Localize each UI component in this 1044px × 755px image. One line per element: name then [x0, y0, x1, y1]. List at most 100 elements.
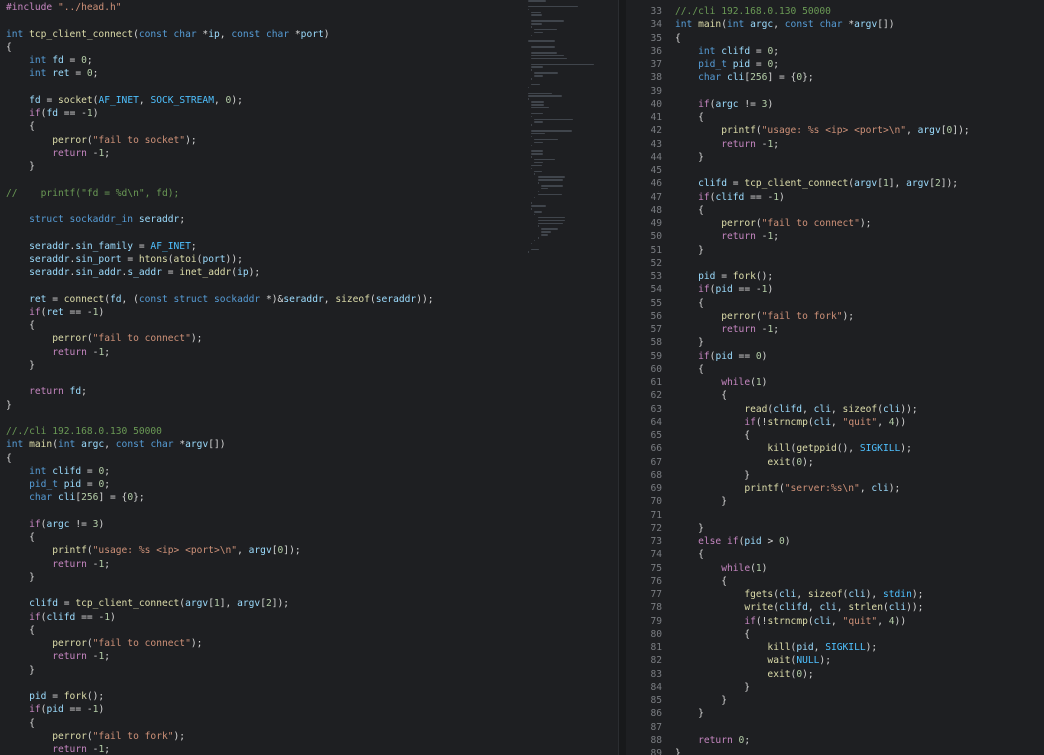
code-line[interactable]: 37 pid_t pid = 0;	[626, 58, 1044, 71]
code-line[interactable]: #include "../head.h"	[0, 1, 618, 14]
code-line[interactable]: 73 else if(pid > 0)	[626, 535, 1044, 548]
code-line[interactable]: perror("fail to connect");	[0, 332, 618, 345]
code-line[interactable]: int clifd = 0;	[0, 465, 618, 478]
code-line[interactable]: 50 return -1;	[626, 230, 1044, 243]
code-line[interactable]: 63 read(clifd, cli, sizeof(cli));	[626, 403, 1044, 416]
code-line[interactable]: seraddr.sin_family = AF_INET;	[0, 240, 618, 253]
code-line[interactable]: }	[0, 399, 618, 412]
code-line[interactable]: return -1;	[0, 346, 618, 359]
code-line[interactable]: 39	[626, 85, 1044, 98]
code-line[interactable]: 70 }	[626, 495, 1044, 508]
code-line[interactable]: perror("fail to connect");	[0, 637, 618, 650]
code-line[interactable]: 65 {	[626, 429, 1044, 442]
code-line[interactable]: int fd = 0;	[0, 54, 618, 67]
code-line[interactable]: int tcp_client_connect(const char *ip, c…	[0, 28, 618, 41]
code-line[interactable]: 46 clifd = tcp_client_connect(argv[1], a…	[626, 177, 1044, 190]
code-line[interactable]: }	[0, 664, 618, 677]
code-line[interactable]	[0, 14, 618, 27]
code-line[interactable]: 71	[626, 509, 1044, 522]
code-line[interactable]: seraddr.sin_port = htons(atoi(port));	[0, 253, 618, 266]
code-line[interactable]: 87	[626, 721, 1044, 734]
code-line[interactable]: 76 {	[626, 575, 1044, 588]
code-line[interactable]: 89}	[626, 747, 1044, 755]
code-line[interactable]: int ret = 0;	[0, 67, 618, 80]
code-line[interactable]: perror("fail to socket");	[0, 134, 618, 147]
code-line[interactable]: 75 while(1)	[626, 562, 1044, 575]
code-line[interactable]: 36 int clifd = 0;	[626, 45, 1044, 58]
code-line[interactable]: 67 exit(0);	[626, 456, 1044, 469]
code-line[interactable]: 43 return -1;	[626, 138, 1044, 151]
code-line[interactable]: 78 write(clifd, cli, strlen(cli));	[626, 601, 1044, 614]
code-line[interactable]: 53 pid = fork();	[626, 270, 1044, 283]
left-editor-pane[interactable]: #include "../head.h" int tcp_client_conn…	[0, 0, 618, 755]
code-line[interactable]: 44 }	[626, 151, 1044, 164]
code-line[interactable]: 77 fgets(cli, sizeof(cli), stdin);	[626, 588, 1044, 601]
code-line[interactable]	[0, 584, 618, 597]
code-line[interactable]: printf("usage: %s <ip> <port>\n", argv[0…	[0, 544, 618, 557]
code-line[interactable]: 81 kill(pid, SIGKILL);	[626, 641, 1044, 654]
code-line[interactable]: if(ret == -1)	[0, 306, 618, 319]
code-line[interactable]: return -1;	[0, 558, 618, 571]
right-editor-pane[interactable]: 33 //./cli 192.168.0.130 50000 34 int main(…	[626, 0, 1044, 755]
code-line[interactable]: 79 if(!strncmp(cli, "quit", 4))	[626, 615, 1044, 628]
code-line[interactable]: 68 }	[626, 469, 1044, 482]
code-line[interactable]: 40 if(argc != 3)	[626, 98, 1044, 111]
code-line[interactable]: 48 {	[626, 204, 1044, 217]
code-line[interactable]: 59 if(pid == 0)	[626, 350, 1044, 363]
code-line[interactable]: 72 }	[626, 522, 1044, 535]
code-line[interactable]: 57 return -1;	[626, 323, 1044, 336]
code-line[interactable]: seraddr.sin_addr.s_addr = inet_addr(ip);	[0, 266, 618, 279]
code-line[interactable]: 64 if(!strncmp(cli, "quit", 4))	[626, 416, 1044, 429]
code-line[interactable]: char cli[256] = {0};	[0, 491, 618, 504]
code-line[interactable]: int main(int argc, const char *argv[])	[0, 438, 618, 451]
code-line[interactable]: 34 int main(int argc, const char *argv[])	[626, 18, 1044, 31]
code-line[interactable]	[0, 412, 618, 425]
code-line[interactable]: 86 }	[626, 707, 1044, 720]
code-line[interactable]: 74 {	[626, 548, 1044, 561]
code-line[interactable]	[0, 81, 618, 94]
code-line[interactable]	[0, 372, 618, 385]
code-line[interactable]: 41 {	[626, 111, 1044, 124]
code-line[interactable]: // printf("fd = %d\n", fd);	[0, 187, 618, 200]
code-line[interactable]: {	[0, 717, 618, 730]
code-line[interactable]: return -1;	[0, 743, 618, 755]
code-line[interactable]: 66 kill(getppid(), SIGKILL);	[626, 442, 1044, 455]
code-line[interactable]: 62 {	[626, 389, 1044, 402]
code-line[interactable]: {	[0, 120, 618, 133]
code-line[interactable]: {	[0, 452, 618, 465]
code-line[interactable]	[0, 226, 618, 239]
code-line[interactable]: pid = fork();	[0, 690, 618, 703]
code-line[interactable]: 82 wait(NULL);	[626, 654, 1044, 667]
code-line[interactable]: 45	[626, 164, 1044, 177]
code-line[interactable]: 58 }	[626, 336, 1044, 349]
code-line[interactable]: {	[0, 319, 618, 332]
code-line[interactable]: 51 }	[626, 244, 1044, 257]
code-line[interactable]: 54 if(pid == -1)	[626, 283, 1044, 296]
code-line[interactable]	[0, 200, 618, 213]
code-line[interactable]: 42 printf("usage: %s <ip> <port>\n", arg…	[626, 124, 1044, 137]
minimap[interactable]	[528, 0, 598, 253]
code-line[interactable]	[0, 505, 618, 518]
code-line[interactable]: pid_t pid = 0;	[0, 478, 618, 491]
code-line[interactable]: 35 {	[626, 32, 1044, 45]
code-line[interactable]: 80 {	[626, 628, 1044, 641]
code-line[interactable]: clifd = tcp_client_connect(argv[1], argv…	[0, 597, 618, 610]
code-line[interactable]: if(clifd == -1)	[0, 611, 618, 624]
left-code-area[interactable]: #include "../head.h" int tcp_client_conn…	[0, 1, 618, 755]
code-line[interactable]: if(fd == -1)	[0, 107, 618, 120]
code-line[interactable]: 52	[626, 257, 1044, 270]
code-line[interactable]: 88 return 0;	[626, 734, 1044, 747]
right-code-area[interactable]: 33 //./cli 192.168.0.130 50000 34 int main(…	[626, 5, 1044, 755]
code-line[interactable]: perror("fail to fork");	[0, 730, 618, 743]
code-line[interactable]: return fd;	[0, 385, 618, 398]
code-line[interactable]: 33 //./cli 192.168.0.130 50000	[626, 5, 1044, 18]
code-line[interactable]: }	[0, 359, 618, 372]
code-line[interactable]: 56 perror("fail to fork");	[626, 310, 1044, 323]
code-line[interactable]: 83 exit(0);	[626, 668, 1044, 681]
code-line[interactable]: ret = connect(fd, (const struct sockaddr…	[0, 293, 618, 306]
code-line[interactable]: 49 perror("fail to connect");	[626, 217, 1044, 230]
code-line[interactable]: 47 if(clifd == -1)	[626, 191, 1044, 204]
code-line[interactable]: {	[0, 41, 618, 54]
code-line[interactable]	[0, 677, 618, 690]
code-line[interactable]: }	[0, 160, 618, 173]
